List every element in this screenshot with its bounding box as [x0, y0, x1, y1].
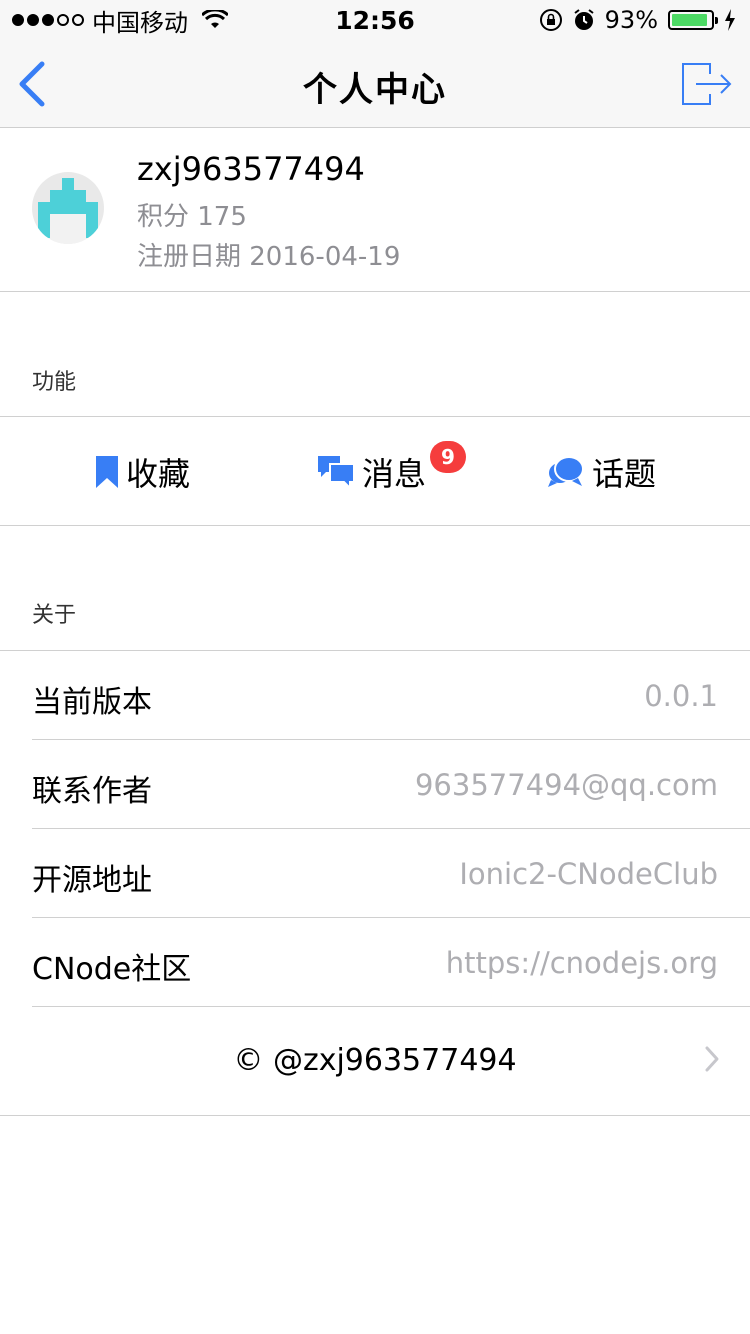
nav-bar: 个人中心: [0, 40, 750, 128]
profile-card: zxj963577494 积分 175 注册日期 2016-04-19: [0, 128, 750, 292]
list-item-label: 联系作者: [32, 774, 152, 809]
list-item-value: 0.0.1: [644, 679, 718, 713]
status-bar: 中国移动 12:56 93%: [0, 0, 750, 40]
list-item-version[interactable]: 当前版本 0.0.1: [0, 651, 750, 740]
list-item-label: 开源地址: [32, 863, 152, 898]
section-label-features: 功能: [32, 370, 77, 395]
logout-icon[interactable]: [680, 60, 734, 108]
topics-label: 话题: [592, 455, 657, 493]
about-list: 当前版本 0.0.1 联系作者 963577494@qq.com 开源地址 Io…: [0, 650, 750, 1116]
list-item-value: 963577494@qq.com: [414, 768, 718, 802]
favorites-button[interactable]: 收藏: [96, 417, 190, 527]
battery-icon: [668, 10, 718, 30]
chat-bubbles-icon: [318, 456, 354, 488]
list-item-value: Ionic2-CNodeClub: [459, 857, 718, 891]
page-title: 个人中心: [303, 70, 447, 110]
alarm-icon: [574, 9, 594, 30]
list-item-label: 当前版本: [32, 685, 152, 720]
profile-username: zxj963577494: [137, 150, 365, 188]
avatar: [32, 172, 104, 244]
messages-badge: 9: [430, 441, 466, 473]
messages-label: 消息: [362, 455, 427, 493]
copyright-text: © @zxj963577494: [233, 1043, 517, 1078]
list-item-contact[interactable]: 联系作者 963577494@qq.com: [0, 740, 750, 829]
profile-register-date: 注册日期 2016-04-19: [137, 242, 401, 272]
topics-button[interactable]: 话题: [548, 417, 656, 527]
copyright-row[interactable]: © @zxj963577494: [0, 1007, 750, 1116]
messages-button[interactable]: 消息: [318, 417, 426, 527]
status-right: 93%: [539, 6, 736, 34]
orientation-lock-icon: [539, 9, 562, 31]
profile-score: 积分 175: [137, 202, 247, 232]
list-item-source[interactable]: 开源地址 Ionic2-CNodeClub: [0, 829, 750, 918]
section-label-about: 关于: [32, 603, 77, 628]
list-item-label: CNode社区: [32, 952, 192, 987]
chevron-right-icon: [705, 1046, 719, 1072]
bookmark-icon: [96, 456, 118, 488]
list-item-value: https://cnodejs.org: [445, 946, 718, 980]
chat-circles-icon: [548, 456, 584, 487]
charging-bolt-icon: [725, 9, 735, 31]
battery-percent: 93%: [604, 6, 658, 34]
list-item-community[interactable]: CNode社区 https://cnodejs.org: [0, 918, 750, 1007]
favorites-label: 收藏: [126, 455, 191, 493]
features-row: 收藏 消息 9 话题: [0, 416, 750, 526]
